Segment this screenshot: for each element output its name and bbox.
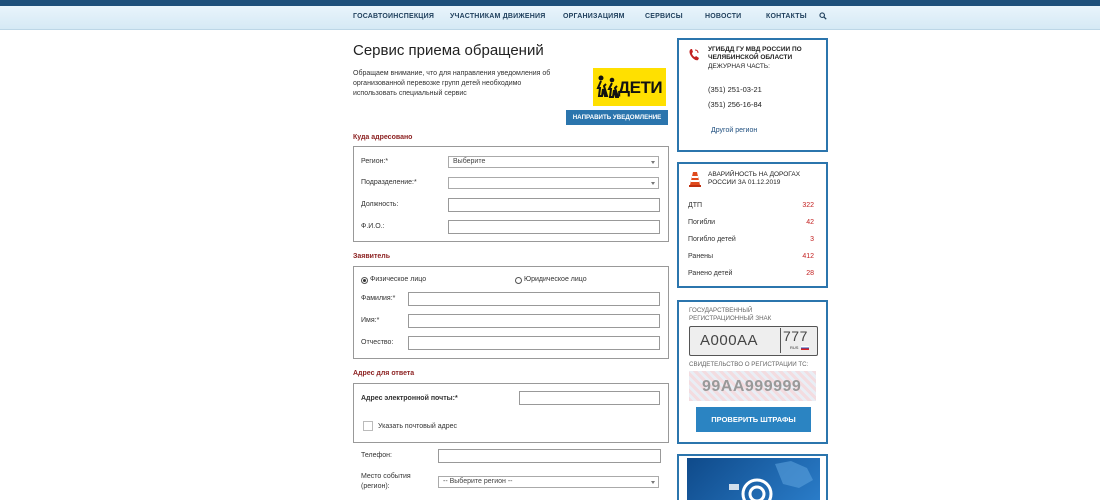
reply-box: Адрес электронной почты:* Указать почтов… (353, 383, 669, 443)
stat-label-killed: Погибли (688, 219, 716, 226)
duty-phone-1: (351) 251-03-21 (708, 85, 762, 94)
chevron-down-icon (651, 182, 655, 185)
deti-label: ДЕТИ (618, 78, 663, 97)
stat-value-killed: 42 (806, 219, 814, 226)
name-label: Имя:* (361, 317, 380, 324)
duty-label: ДЕЖУРНАЯ ЧАСТЬ: (708, 63, 770, 70)
stat-label-children-injured: Ранено детей (688, 270, 733, 277)
stat-label-injured: Ранены (688, 253, 713, 260)
accidents-title: АВАРИЙНОСТЬ НА ДОРОГАХ РОССИИ ЗА 01.12.2… (708, 171, 801, 186)
plate-number: А000АА (700, 332, 759, 349)
patronymic-input[interactable] (408, 336, 660, 350)
legal-entity-label: Юридическое лицо (524, 276, 587, 283)
stat-label-children-killed: Погибло детей (688, 236, 736, 243)
addressed-box: Регион:* Выберите Подразделение:* Должно… (353, 146, 669, 242)
nav-item-services[interactable]: СЕРВИСЫ (645, 13, 683, 20)
other-region-link[interactable]: Другой регион (711, 127, 757, 135)
traffic-cone-icon (689, 172, 701, 187)
nav-item-organizations[interactable]: ОРГАНИЗАЦИЯМ (563, 13, 625, 20)
stat-value-injured: 412 (802, 253, 814, 260)
plate-field[interactable]: А000АА 777 RUS (689, 326, 818, 356)
send-notification-button[interactable]: НАПРАВИТЬ УВЕДОМЛЕНИЕ (566, 110, 668, 125)
phone-input[interactable] (438, 449, 661, 463)
russia-flag-icon (801, 346, 809, 350)
stat-value-dtp: 322 (802, 202, 814, 209)
stat-value-children-killed: 3 (810, 236, 814, 243)
children-icon (596, 75, 619, 98)
check-fines-button[interactable]: ПРОВЕРИТЬ ШТРАФЫ (696, 407, 811, 432)
surname-label: Фамилия:* (361, 295, 396, 302)
event-place-label: Место события (регион): (361, 473, 411, 490)
position-input[interactable] (448, 198, 660, 212)
plate-country: RUS (790, 345, 799, 350)
cert-number: 99АА999999 (702, 378, 802, 395)
chevron-down-icon (651, 161, 655, 164)
contact-org-name: УГИБДД ГУ МВД РОССИИ ПО ЧЕЛЯБИНСКОЙ ОБЛА… (708, 46, 802, 61)
phone-label: Телефон: (361, 452, 392, 459)
page-title: Сервис приема обращений (353, 42, 544, 59)
nav-item-news[interactable]: НОВОСТИ (705, 13, 741, 20)
region-select[interactable]: Выберите (448, 156, 659, 168)
patronymic-label: Отчество: (361, 339, 394, 346)
division-label: Подразделение:* (361, 179, 417, 186)
region-label: Регион:* (361, 158, 389, 165)
accidents-panel: АВАРИЙНОСТЬ НА ДОРОГАХ РОССИИ ЗА 01.12.2… (677, 162, 828, 288)
search-icon[interactable] (819, 12, 827, 20)
plate-caption: ГОСУДАРСТВЕННЫЙ РЕГИСТРАЦИОННЫЙ ЗНАК (689, 307, 772, 322)
children-transport-notice: Обращаем внимание, что для направления у… (353, 70, 551, 97)
email-label: Адрес электронной почты:* (361, 395, 458, 402)
main-nav: ГОСАВТОИНСПЕКЦИЯ УЧАСТНИКАМ ДВИЖЕНИЯ ОРГ… (0, 6, 1100, 30)
section-title-reply: Адрес для ответа (353, 370, 415, 377)
individual-label: Физическое лицо (370, 276, 427, 283)
individual-radio[interactable] (361, 277, 368, 284)
section-title-addressed: Куда адресовано (353, 134, 413, 141)
cert-caption: СВИДЕТЕЛЬСТВО О РЕГИСТРАЦИИ ТС: (689, 361, 809, 368)
cert-field[interactable]: 99АА999999 (689, 371, 816, 401)
position-label: Должность: (361, 201, 399, 208)
event-region-select[interactable]: -- Выберите регион -- (438, 476, 659, 488)
region-select-value: Выберите (453, 158, 486, 165)
duty-phone-2: (351) 256-16-84 (708, 100, 762, 109)
event-region-select-value: -- Выберите регион -- (443, 478, 513, 485)
camera-icon (729, 461, 813, 500)
applicant-box: Физическое лицо Юридическое лицо Фамилия… (353, 266, 669, 359)
postal-address-checkbox[interactable] (363, 421, 373, 431)
plate-region: 777 (783, 328, 808, 344)
postal-address-label: Указать почтовый адрес (378, 423, 457, 430)
camera-banner-image[interactable] (687, 458, 820, 500)
chevron-down-icon (651, 481, 655, 484)
nav-item-participants[interactable]: УЧАСТНИКАМ ДВИЖЕНИЯ (450, 13, 546, 20)
nav-item-gosavtoinspektsiya[interactable]: ГОСАВТОИНСПЕКЦИЯ (353, 13, 434, 20)
phone-icon (689, 49, 699, 61)
nav-item-contacts[interactable]: КОНТАКТЫ (766, 13, 807, 20)
division-select[interactable] (448, 177, 659, 189)
deti-sign: ДЕТИ (593, 68, 666, 106)
fio-input[interactable] (448, 220, 660, 234)
email-input[interactable] (519, 391, 660, 405)
stat-label-dtp: ДТП (688, 202, 703, 209)
legal-entity-radio[interactable] (515, 277, 522, 284)
surname-input[interactable] (408, 292, 660, 306)
name-input[interactable] (408, 314, 660, 328)
section-title-applicant: Заявитель (353, 253, 391, 260)
stat-value-children-injured: 28 (806, 270, 814, 277)
fio-label: Ф.И.О.: (361, 223, 385, 230)
contacts-panel: УГИБДД ГУ МВД РОССИИ ПО ЧЕЛЯБИНСКОЙ ОБЛА… (677, 38, 828, 152)
